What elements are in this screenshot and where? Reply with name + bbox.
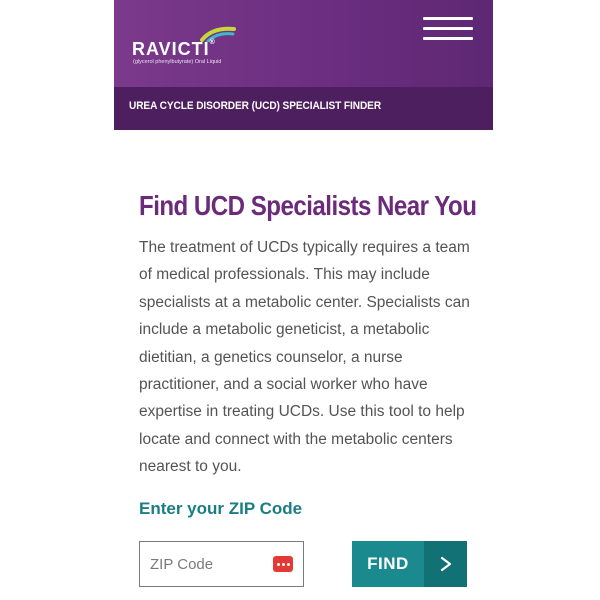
main-content: Find UCD Specialists Near You The treatm…	[139, 186, 479, 481]
chevron-right-icon	[424, 541, 467, 587]
specialist-finder-bar: UREA CYCLE DISORDER (UCD) SPECIALIST FIN…	[114, 87, 493, 130]
zip-code-input[interactable]	[140, 542, 280, 586]
zip-code-field[interactable]	[139, 541, 304, 587]
page-title: Find UCD Specialists Near You	[139, 190, 477, 221]
logo-registered-mark: ®	[209, 39, 215, 46]
specialist-finder-title: UREA CYCLE DISORDER (UCD) SPECIALIST FIN…	[129, 100, 382, 112]
ravicti-logo[interactable]: RAVICTI® (glycerol phenylbutyrate) Oral …	[132, 26, 236, 68]
site-header: RAVICTI® (glycerol phenylbutyrate) Oral …	[114, 0, 493, 87]
find-button-label: FIND	[367, 554, 409, 573]
logo-subtitle: (glycerol phenylbutyrate) Oral Liquid	[133, 59, 222, 65]
intro-paragraph: The treatment of UCDs typically requires…	[139, 239, 470, 476]
logo-wordmark: RAVICTI®	[132, 39, 215, 59]
autofill-dots-icon[interactable]	[273, 556, 293, 572]
find-button[interactable]: FIND	[352, 541, 467, 587]
zip-code-label: Enter your ZIP Code	[139, 499, 303, 518]
hamburger-menu-icon[interactable]	[423, 17, 473, 43]
